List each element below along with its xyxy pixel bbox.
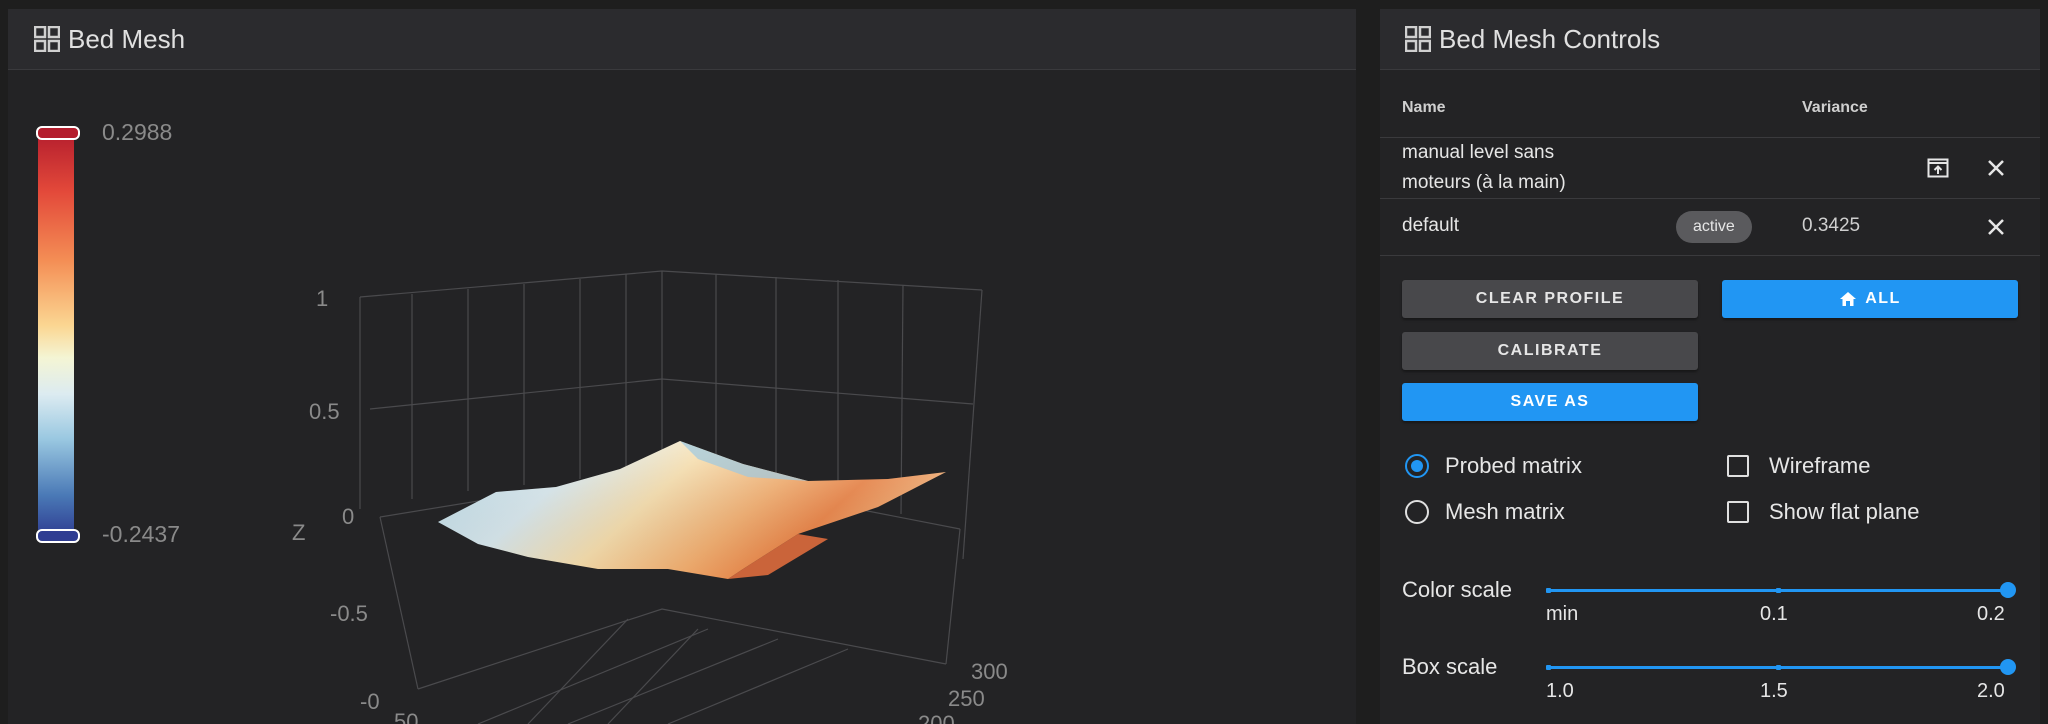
col-variance-header: Variance [1802, 99, 1868, 116]
home-all-label: ALL [1865, 290, 1901, 307]
y-tick-250: 250 [948, 686, 985, 711]
mesh-3d-plot[interactable]: 1 0.5 0 Z -0.5 -0 50 300 250 200 [8, 69, 1356, 724]
wireframe-label: Wireframe [1769, 453, 1871, 478]
z-tick-0: 0 [342, 504, 354, 529]
mesh-matrix-label: Mesh matrix [1445, 499, 1565, 524]
close-icon [1988, 219, 2004, 235]
slider-tick [1546, 588, 1551, 593]
color-scale-thumb[interactable] [2000, 582, 2016, 598]
profile-name: default [1402, 215, 1460, 236]
radio-selected-icon [1405, 454, 1429, 478]
slider-tick-label: 1.5 [1760, 680, 1788, 702]
bed-mesh-header: Bed Mesh [8, 9, 1356, 70]
wireframe-checkbox[interactable]: Wireframe [1727, 453, 1870, 479]
slider-tick-label: 0.1 [1760, 603, 1788, 625]
col-name-header: Name [1402, 99, 1446, 116]
table-row: default active 0.3425 [1380, 199, 2040, 256]
slider-tick [1546, 665, 1551, 670]
close-icon [1988, 160, 2004, 176]
home-all-button[interactable]: ALL [1722, 280, 2018, 318]
checkbox-icon [1727, 455, 1749, 477]
active-chip: active [1676, 211, 1752, 243]
mesh-surface [438, 441, 946, 579]
table-row: manual level sans moteurs (à la main) [1380, 138, 2040, 199]
flat-plane-checkbox[interactable]: Show flat plane [1727, 499, 1919, 525]
x-tick-50: 50 [394, 709, 418, 724]
upload-icon [1927, 158, 1949, 178]
z-tick-0.5: 0.5 [309, 399, 340, 424]
slider-tick [1776, 588, 1781, 593]
load-profile-button[interactable] [1922, 152, 1954, 184]
bed-mesh-title: Bed Mesh [68, 23, 186, 54]
clear-profile-button[interactable]: CLEAR PROFILE [1402, 280, 1698, 318]
slider-tick-label: 0.2 [1977, 603, 2005, 625]
bed-mesh-controls-panel: Bed Mesh Controls Name Variance manual l… [1380, 9, 2040, 724]
save-as-button[interactable]: SAVE AS [1402, 383, 1698, 421]
profile-name: manual level sans moteurs (à la main) [1402, 142, 1566, 193]
y-tick-200: 200 [918, 711, 955, 724]
z-axis-label: Z [292, 520, 305, 545]
probed-matrix-label: Probed matrix [1445, 453, 1582, 478]
z-tick-1: 1 [316, 286, 328, 311]
variance-value: 0.3425 [1802, 215, 1861, 236]
probed-matrix-radio[interactable]: Probed matrix [1405, 453, 1582, 479]
calibrate-button[interactable]: CALIBRATE [1402, 332, 1698, 370]
slider-tick [1776, 665, 1781, 670]
controls-title: Bed Mesh Controls [1439, 23, 1661, 54]
bed-mesh-panel: Bed Mesh 0.2988 -0.2437 1 0.5 0 Z -0.5 -… [8, 9, 1356, 724]
grid-view-icon [1405, 26, 1431, 52]
z-tick-neg0.5: -0.5 [330, 601, 368, 626]
controls-header: Bed Mesh Controls [1380, 9, 2040, 70]
checkbox-icon [1727, 501, 1749, 523]
delete-profile-button[interactable] [1980, 211, 2012, 243]
delete-profile-button[interactable] [1980, 152, 2012, 184]
home-icon [1840, 292, 1857, 306]
z-tick-neg0: -0 [360, 689, 380, 714]
mesh-matrix-radio[interactable]: Mesh matrix [1405, 499, 1565, 525]
slider-tick-label: min [1546, 603, 1579, 625]
radio-unselected-icon [1405, 500, 1429, 524]
y-tick-300: 300 [971, 659, 1008, 684]
box-scale-thumb[interactable] [2000, 659, 2016, 675]
grid-view-icon [34, 26, 60, 52]
box-scale-label: Box scale [1402, 654, 1498, 679]
color-scale-label: Color scale [1402, 577, 1513, 602]
flat-plane-label: Show flat plane [1769, 499, 1920, 524]
slider-tick-label: 2.0 [1977, 680, 2005, 702]
slider-tick-label: 1.0 [1546, 680, 1574, 702]
